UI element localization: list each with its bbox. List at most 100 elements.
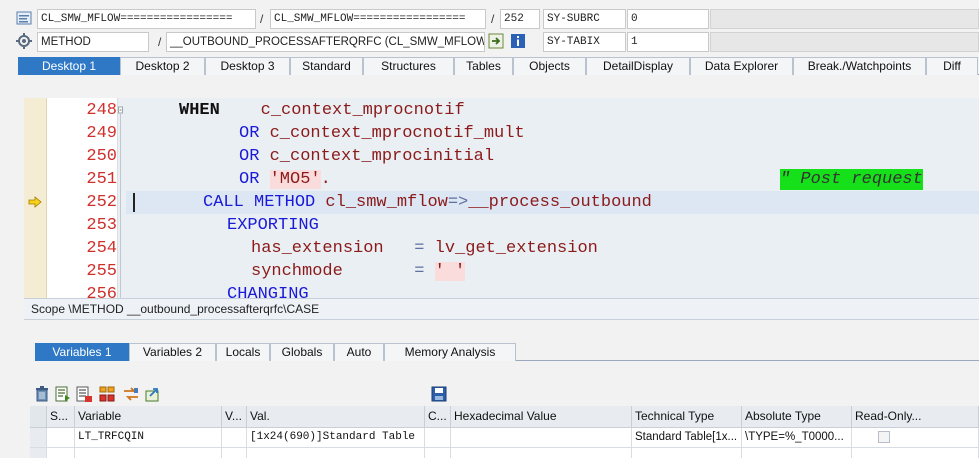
line-number: 256 — [86, 285, 117, 298]
code-line-251: OR 'MO5'. — [239, 168, 331, 191]
keyword: WHEN — [179, 101, 220, 120]
tab-locals[interactable]: Locals — [216, 343, 270, 361]
event-name-field[interactable]: __OUTBOUND_PROCESSAFTERQRFC (CL_SMW_MFLO… — [166, 32, 485, 52]
include-field[interactable]: CL_SMW_MFLOW================= — [270, 9, 486, 29]
column-header-technical-type[interactable]: Technical Type — [632, 406, 742, 428]
separator-slash: / — [491, 12, 495, 26]
identifier: c_context_mprocnotif — [260, 101, 465, 120]
code-line-254: has_extension = lv_get_extension — [251, 237, 598, 260]
column-header-value[interactable]: Val. — [247, 406, 425, 428]
column-header-hex[interactable]: Hexadecimal Value — [451, 406, 632, 428]
line-number: 251 — [86, 170, 117, 189]
breakpoint-gutter[interactable] — [24, 98, 47, 298]
code-comment: " Post request — [780, 169, 923, 190]
string-literal: ' ' — [434, 262, 466, 281]
table-cell-variable[interactable]: LT_TRFCQIN — [75, 428, 222, 448]
program-icon — [16, 11, 32, 25]
row-selector[interactable] — [30, 448, 47, 458]
line-numbers: 248 249 250 251 252 253 254 255 256 — [47, 98, 118, 298]
tab-standard[interactable]: Standard — [290, 57, 363, 75]
table-cell-hex[interactable] — [451, 428, 632, 448]
column-header-status[interactable]: S... — [47, 406, 75, 428]
event-type-field[interactable]: METHOD — [37, 32, 149, 52]
sysvar2-name-field[interactable]: SY-TABIX — [543, 32, 626, 52]
header-filler — [710, 9, 979, 29]
operator: = — [414, 262, 425, 281]
line-number: 248 — [86, 101, 117, 120]
sysvar1-name-field[interactable]: SY-SUBRC — [543, 9, 626, 29]
filter-icon[interactable] — [75, 385, 93, 403]
column-header-v[interactable]: V... — [222, 406, 247, 428]
sysvar2-value-field[interactable]: 1 — [627, 32, 709, 52]
variables-tabstrip: Variables 1 Variables 2 Locals Globals A… — [35, 343, 979, 361]
column-header-absolute-type[interactable]: Absolute Type — [742, 406, 852, 428]
code-line-248: WHEN c_context_mprocnotif — [179, 99, 465, 122]
tab-variables-2[interactable]: Variables 2 — [129, 343, 216, 361]
code-line-249: OR c_context_mprocnotif_mult — [239, 122, 525, 145]
table-cell-absolute-type[interactable]: \TYPE=%_T0000... — [742, 428, 852, 448]
empty-cell — [742, 448, 852, 458]
tab-structures[interactable]: Structures — [363, 57, 454, 75]
tab-diff[interactable]: Diff — [926, 57, 978, 75]
navigate-icon[interactable] — [488, 33, 504, 49]
tab-globals[interactable]: Globals — [270, 343, 334, 361]
separator-slash: / — [158, 35, 162, 49]
keyword: CALL METHOD — [203, 193, 316, 212]
tab-breakpoints[interactable]: Break./Watchpoints — [793, 57, 926, 75]
tab-variables-1[interactable]: Variables 1 — [35, 343, 129, 361]
line-number: 254 — [86, 239, 117, 258]
table-cell-technical-type[interactable]: Standard Table[1x... — [632, 428, 742, 448]
tab-desktop-3[interactable]: Desktop 3 — [205, 57, 290, 75]
tab-detail-display[interactable]: DetailDisplay — [586, 57, 690, 75]
fold-marker-icon[interactable] — [118, 98, 126, 298]
program-field[interactable]: CL_SMW_MFLOW================= — [37, 9, 256, 29]
row-selector[interactable] — [30, 428, 47, 448]
save-icon[interactable] — [430, 385, 448, 403]
tab-objects[interactable]: Objects — [513, 57, 586, 75]
debugger-header: CL_SMW_MFLOW================= / CL_SMW_M… — [0, 0, 979, 56]
tab-data-explorer[interactable]: Data Explorer — [690, 57, 793, 75]
empty-cell — [425, 448, 451, 458]
sysvar1-value-field[interactable]: 0 — [627, 9, 709, 29]
empty-cell — [222, 448, 247, 458]
identifier: synchmode — [251, 262, 343, 281]
tab-memory-analysis[interactable]: Memory Analysis — [384, 343, 516, 361]
header-filler — [710, 32, 979, 52]
operator: => — [447, 193, 469, 212]
export-icon[interactable] — [144, 385, 162, 403]
tree-icon[interactable] — [98, 385, 116, 403]
text-caret — [133, 193, 135, 212]
line-number: 250 — [86, 147, 117, 166]
column-header-read-only[interactable]: Read-Only... — [852, 406, 979, 428]
row-selector-header[interactable] — [30, 406, 47, 428]
empty-cell — [247, 448, 425, 458]
identifier: c_context_mprocnotif_mult — [269, 124, 525, 143]
string-literal: 'MO5' — [269, 170, 321, 189]
table-cell-read-only[interactable] — [852, 428, 979, 448]
tab-desktop-2[interactable]: Desktop 2 — [120, 57, 205, 75]
column-header-change[interactable]: C... — [425, 406, 451, 428]
code-line-255: synchmode = ' ' — [251, 260, 466, 283]
keyword: OR — [239, 170, 260, 189]
detail-icon[interactable] — [54, 385, 72, 403]
table-cell-value[interactable]: [1x24(690)]Standard Table — [247, 428, 425, 448]
table-cell-status[interactable] — [47, 428, 75, 448]
column-header-variable[interactable]: Variable — [75, 406, 222, 428]
tab-auto[interactable]: Auto — [334, 343, 384, 361]
code-line-253: EXPORTING — [227, 214, 319, 237]
identifier: lv_get_extension — [434, 239, 598, 258]
info-icon[interactable] — [510, 33, 526, 49]
source-code-editor[interactable]: 248 249 250 251 252 253 254 255 256 WHEN… — [24, 98, 979, 298]
table-cell-change[interactable] — [425, 428, 451, 448]
identifier: __process_outbound — [468, 193, 652, 212]
identifier: cl_smw_mflow — [325, 193, 448, 212]
read-only-checkbox[interactable] — [878, 431, 890, 443]
delete-icon[interactable] — [33, 385, 51, 403]
table-cell-v[interactable] — [222, 428, 247, 448]
tab-tables[interactable]: Tables — [454, 57, 513, 75]
swap-icon[interactable] — [122, 385, 140, 403]
header-row-event: METHOD / __OUTBOUND_PROCESSAFTERQRFC (CL… — [0, 31, 979, 53]
line-number-field[interactable]: 252 — [500, 9, 540, 29]
tab-desktop-1[interactable]: Desktop 1 — [18, 57, 120, 75]
line-number: 255 — [86, 262, 117, 281]
